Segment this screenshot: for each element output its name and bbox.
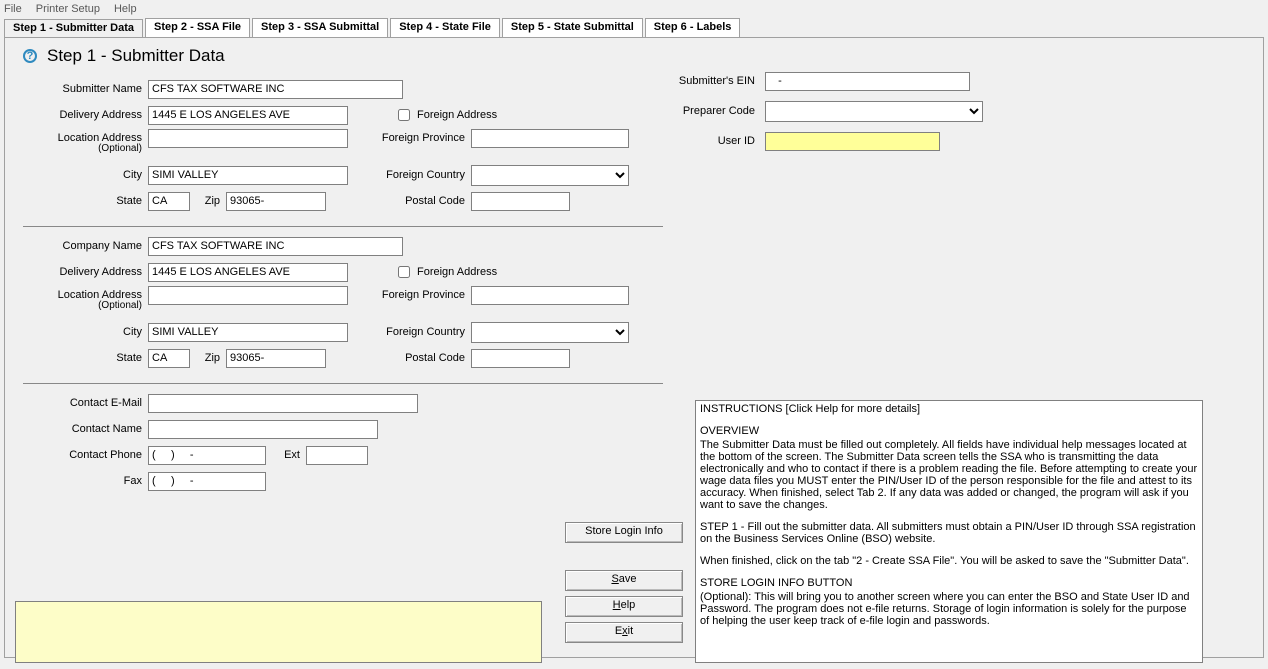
page-title: Step 1 - Submitter Data	[47, 46, 225, 66]
store-login-button[interactable]: Store Login Info	[565, 522, 683, 543]
label-sub-city: City	[23, 169, 148, 181]
label-co-delivery: Delivery Address	[23, 266, 148, 278]
ein-input[interactable]	[765, 72, 970, 91]
exit-button[interactable]: Exit	[565, 622, 683, 643]
contact-name-input[interactable]	[148, 420, 378, 439]
label-sub-zip: Zip	[190, 195, 226, 207]
instr-line: (Optional): This will bring you to anoth…	[700, 591, 1198, 627]
label-sub-delivery: Delivery Address	[23, 109, 148, 121]
label-co-optional: (Optional)	[23, 300, 148, 311]
sub-city-input[interactable]	[148, 166, 348, 185]
tab-step1[interactable]: Step 1 - Submitter Data	[4, 19, 143, 38]
label-co-state: State	[23, 352, 148, 364]
help-icon[interactable]: ?	[23, 49, 37, 63]
status-area	[15, 601, 542, 663]
sub-delivery-input[interactable]	[148, 106, 348, 125]
tab-step2[interactable]: Step 2 - SSA File	[145, 18, 250, 37]
tab-step3[interactable]: Step 3 - SSA Submittal	[252, 18, 388, 37]
label-company-name: Company Name	[23, 240, 148, 252]
co-foreign-checkbox[interactable]: Foreign Address	[394, 263, 497, 281]
sub-foreign-checkbox[interactable]: Foreign Address	[394, 106, 497, 124]
instructions-panel[interactable]: INSTRUCTIONS [Click Help for more detail…	[695, 400, 1203, 663]
sub-pcode-input[interactable]	[471, 192, 570, 211]
sub-location-input[interactable]	[148, 129, 348, 148]
contact-email-input[interactable]	[148, 394, 418, 413]
sub-fctry-select[interactable]	[471, 165, 629, 186]
instr-line: OVERVIEW	[700, 425, 1198, 437]
label-co-pcode: Postal Code	[326, 352, 471, 364]
label-sub-pcode: Postal Code	[326, 195, 471, 207]
sub-foreign-label: Foreign Address	[417, 109, 497, 121]
company-name-input[interactable]	[148, 237, 403, 256]
co-delivery-input[interactable]	[148, 263, 348, 282]
co-state-input[interactable]	[148, 349, 190, 368]
label-sub-fctry: Foreign Country	[348, 169, 471, 181]
submitter-name-input[interactable]	[148, 80, 403, 99]
label-contact-name: Contact Name	[23, 423, 148, 435]
menu-help[interactable]: Help	[114, 3, 137, 15]
label-co-zip: Zip	[190, 352, 226, 364]
help-button[interactable]: Help	[565, 596, 683, 617]
instr-line: STEP 1 - Fill out the submitter data. Al…	[700, 521, 1198, 545]
menu-printer-setup[interactable]: Printer Setup	[36, 3, 100, 15]
co-foreign-label: Foreign Address	[417, 266, 497, 278]
tab-step4[interactable]: Step 4 - State File	[390, 18, 500, 37]
instr-line: The Submitter Data must be filled out co…	[700, 439, 1198, 511]
co-fprov-input[interactable]	[471, 286, 629, 305]
sub-zip-input[interactable]	[226, 192, 326, 211]
co-zip-input[interactable]	[226, 349, 326, 368]
tab-step5[interactable]: Step 5 - State Submittal	[502, 18, 643, 37]
label-co-city: City	[23, 326, 148, 338]
instr-line: STORE LOGIN INFO BUTTON	[700, 577, 1198, 589]
label-submitter-name: Submitter Name	[23, 83, 148, 95]
label-contact-ext: Ext	[266, 449, 306, 461]
user-id-input[interactable]	[765, 132, 940, 151]
instr-line: INSTRUCTIONS [Click Help for more detail…	[700, 403, 1198, 415]
label-user-id: User ID	[645, 135, 765, 147]
label-ein: Submitter's EIN	[645, 75, 765, 87]
label-contact-fax: Fax	[23, 475, 148, 487]
label-contact-phone: Contact Phone	[23, 449, 148, 461]
contact-ext-input[interactable]	[306, 446, 368, 465]
label-sub-optional: (Optional)	[23, 143, 148, 154]
contact-fax-input[interactable]	[148, 472, 266, 491]
save-button[interactable]: Save	[565, 570, 683, 591]
tab-step6[interactable]: Step 6 - Labels	[645, 18, 741, 37]
instr-line: When finished, click on the tab "2 - Cre…	[700, 555, 1198, 567]
preparer-code-select[interactable]	[765, 101, 983, 122]
co-location-input[interactable]	[148, 286, 348, 305]
sub-fprov-input[interactable]	[471, 129, 629, 148]
label-contact-email: Contact E-Mail	[23, 397, 148, 409]
label-sub-state: State	[23, 195, 148, 207]
label-co-fctry: Foreign Country	[348, 326, 471, 338]
sub-state-input[interactable]	[148, 192, 190, 211]
co-pcode-input[interactable]	[471, 349, 570, 368]
co-fctry-select[interactable]	[471, 322, 629, 343]
label-sub-fprov: Foreign Province	[348, 132, 471, 144]
menu-file[interactable]: File	[4, 3, 22, 15]
label-preparer-code: Preparer Code	[645, 105, 765, 117]
contact-phone-input[interactable]	[148, 446, 266, 465]
co-city-input[interactable]	[148, 323, 348, 342]
label-co-fprov: Foreign Province	[348, 289, 471, 301]
